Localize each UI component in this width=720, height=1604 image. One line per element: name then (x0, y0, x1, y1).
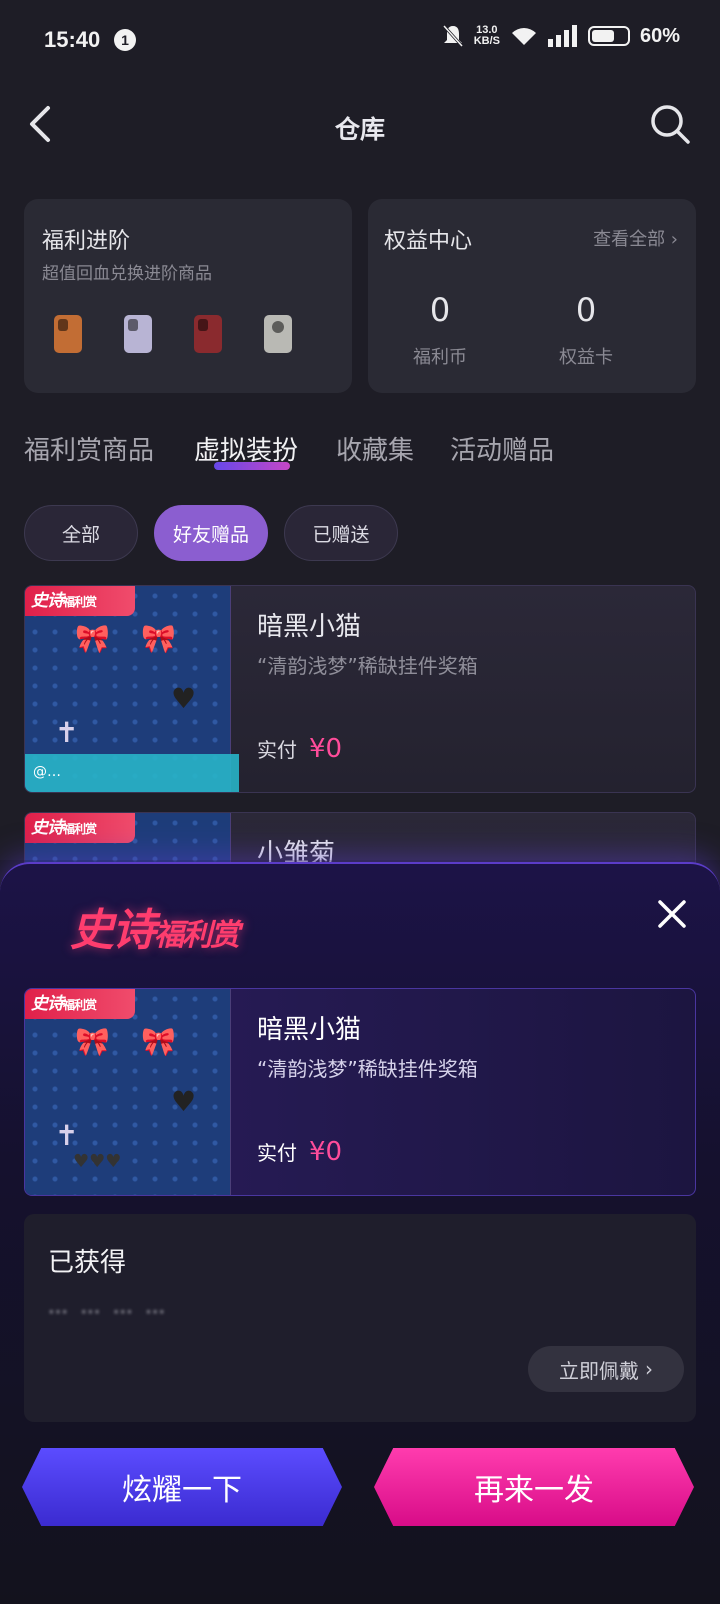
category-tabs: 福利赏商品 虚拟装扮 收藏集 活动赠品 (24, 430, 704, 480)
list-item[interactable]: 🎀 🎀 ♥ ✝ 史诗福利赏 @… 暗黑小猫 “清韵浅梦”稀缺挂件奖箱 实付 ¥0 (24, 585, 696, 793)
rights-cards-value: 0 (575, 291, 597, 329)
bow-decoration: 🎀 (75, 622, 110, 655)
chip-sent[interactable]: 已赠送 (284, 505, 398, 561)
welfare-title: 福利进阶 (42, 229, 131, 254)
status-time: 15:40 (44, 27, 101, 52)
item-desc: “清韵浅梦”稀缺挂件奖箱 (257, 1057, 478, 1081)
welfare-coins-stat[interactable]: 0 福利币 (380, 291, 500, 369)
item-name: 暗黑小猫 (257, 1015, 362, 1045)
phone-product-image[interactable] (264, 315, 292, 353)
warehouse-page: 15:40 1 13.0 KB/S 60% 仓库 福利进阶 超值回血兑换进阶商品 … (0, 0, 720, 1604)
filter-chips: 全部 好友赠品 已赠送 (24, 505, 398, 561)
heart-decoration: ♥ (171, 1085, 197, 1118)
item-name: 暗黑小猫 (257, 612, 362, 642)
net-speed-unit: KB/S (473, 35, 500, 47)
signal-icon (547, 25, 577, 47)
reward-item-card: 🎀 🎀 ♥ ✝ ♥♥♥ 史诗福利赏 暗黑小猫 “清韵浅梦”稀缺挂件奖箱 实付 ¥0 (24, 988, 696, 1196)
wear-now-button[interactable]: 立即佩戴 › (528, 1346, 684, 1392)
mute-bell-icon (442, 24, 463, 48)
welfare-coins-value: 0 (429, 291, 451, 329)
obtained-panel: 已获得 … … … … 立即佩戴 › (24, 1214, 696, 1422)
bow-decoration: 🎀 (141, 622, 176, 655)
item-price: 实付 ¥0 (257, 734, 343, 764)
tab-event-gifts[interactable]: 活动赠品 (450, 430, 554, 467)
chip-all[interactable]: 全部 (24, 505, 138, 561)
epic-welfare-logo: 史诗福利赏 (70, 905, 240, 956)
welfare-subtitle: 超值回血兑换进阶商品 (42, 264, 212, 284)
phone-product-image[interactable] (194, 315, 222, 353)
bow-decoration: 🎀 (141, 1025, 176, 1058)
rights-title: 权益中心 (384, 229, 473, 254)
user-watermark: @… (25, 754, 239, 792)
heart-decoration: ♥ (171, 682, 197, 715)
welfare-advance-card[interactable]: 福利进阶 超值回血兑换进阶商品 (24, 199, 352, 393)
item-desc: “清韵浅梦”稀缺挂件奖箱 (257, 654, 478, 678)
status-right: 13.0 KB/S 60% (442, 24, 680, 48)
cross-decoration: ✝ (55, 1119, 79, 1152)
chevron-right-icon: › (645, 1357, 653, 1381)
obtained-message: … … … … (48, 1294, 169, 1318)
status-bar: 15:40 1 13.0 KB/S 60% (0, 0, 720, 80)
wifi-icon (511, 28, 536, 45)
tab-welfare-goods[interactable]: 福利赏商品 (24, 430, 154, 467)
view-all-link[interactable]: 查看全部 › (593, 225, 678, 251)
draw-again-button[interactable]: 再来一发 (374, 1448, 694, 1526)
close-icon[interactable] (650, 892, 694, 936)
hearts-decoration: ♥♥♥ (73, 1151, 122, 1172)
nav-bar: 仓库 (0, 90, 720, 160)
cross-decoration: ✝ (55, 716, 79, 749)
obtained-label: 已获得 (48, 1248, 127, 1278)
rights-cards-label: 权益卡 (559, 347, 613, 368)
epic-badge: 史诗福利赏 (25, 989, 135, 1019)
tab-collections[interactable]: 收藏集 (336, 430, 414, 467)
rights-center-card: 权益中心 查看全部 › 0 福利币 0 权益卡 (368, 199, 696, 393)
phone-product-image[interactable] (54, 315, 82, 353)
phone-product-image[interactable] (124, 315, 152, 353)
welfare-coins-label: 福利币 (413, 347, 467, 368)
active-tab-indicator (214, 462, 290, 470)
item-thumbnail: 🎀 🎀 ♥ ✝ ♥♥♥ (25, 989, 231, 1195)
net-speed: 13.0 KB/S (474, 25, 500, 47)
show-off-button[interactable]: 炫耀一下 (22, 1448, 342, 1526)
item-price: 实付 ¥0 (257, 1137, 343, 1167)
battery-icon (587, 26, 630, 46)
search-icon[interactable] (648, 102, 692, 146)
epic-badge: 史诗福利赏 (25, 813, 135, 843)
chip-friend-gifts[interactable]: 好友赠品 (154, 505, 268, 561)
phone-products (54, 315, 292, 353)
rights-cards-stat[interactable]: 0 权益卡 (526, 291, 646, 369)
notification-icon: 1 (114, 29, 136, 51)
battery-level: 60% (639, 24, 680, 47)
wear-now-label: 立即佩戴 (559, 1358, 639, 1383)
page-title: 仓库 (334, 115, 385, 144)
bow-decoration: 🎀 (75, 1025, 110, 1058)
reward-sheet: 史诗福利赏 🎀 🎀 ♥ ✝ ♥♥♥ 史诗福利赏 暗黑小猫 “清韵浅梦”稀缺挂件奖… (0, 862, 720, 1604)
epic-badge: 史诗福利赏 (25, 586, 135, 616)
